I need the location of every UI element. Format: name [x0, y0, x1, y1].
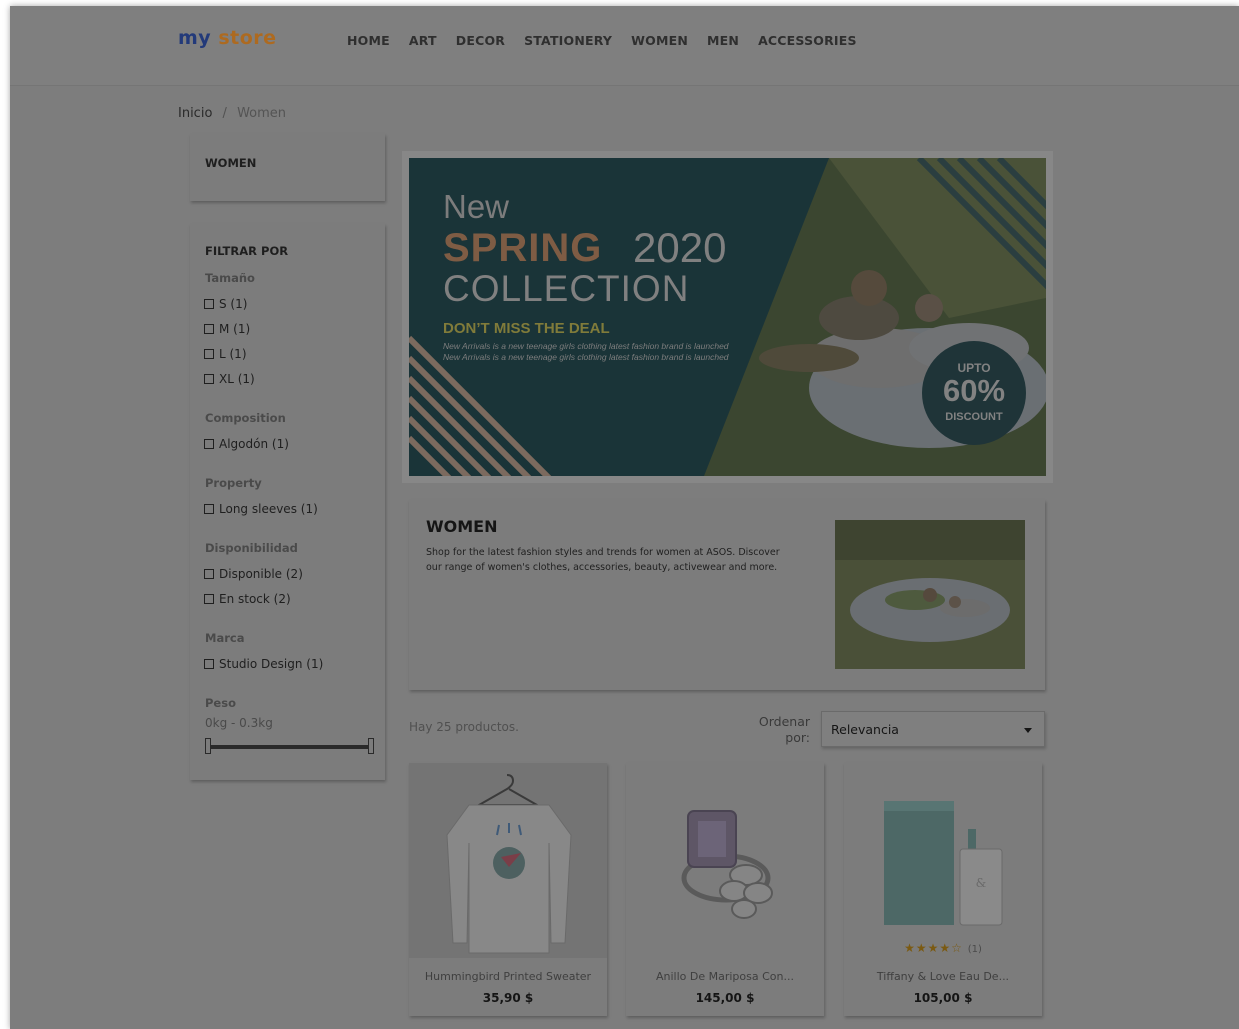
- product-name[interactable]: Anillo De Mariposa Con...: [626, 970, 824, 983]
- banner-body-text: New Arrivals is a new teenage girls clot…: [443, 341, 729, 362]
- nav-stationery[interactable]: STATIONERY: [524, 33, 612, 48]
- nav-men[interactable]: MEN: [707, 33, 739, 48]
- filter-group-weight-title: Peso: [205, 696, 236, 710]
- logo-part-my: my: [178, 27, 212, 49]
- weight-slider-min-handle[interactable]: [205, 738, 211, 754]
- sort-label: Ordenar por:: [758, 714, 810, 745]
- filter-option-label: Disponible (2): [219, 567, 303, 581]
- store-logo[interactable]: my store: [178, 27, 277, 49]
- checkbox[interactable]: [204, 324, 214, 334]
- filter-option-label: Long sleeves (1): [219, 502, 318, 516]
- category-photo: [835, 520, 1025, 669]
- breadcrumb-current: Women: [237, 106, 287, 121]
- filter-option-label: En stock (2): [219, 592, 291, 606]
- filter-option-label: Algodón (1): [219, 437, 289, 451]
- category-description: Shop for the latest fashion styles and t…: [426, 547, 780, 573]
- main-nav: HOME ART DECOR STATIONERY WOMEN MEN ACCE…: [347, 33, 876, 48]
- nav-art[interactable]: ART: [409, 33, 437, 48]
- nav-home[interactable]: HOME: [347, 33, 390, 48]
- filter-option-size-s[interactable]: S (1): [204, 297, 247, 311]
- product-name[interactable]: Tiffany & Love Eau De...: [844, 970, 1042, 983]
- checkbox[interactable]: [204, 504, 214, 514]
- promo-banner[interactable]: New SPRING 2020 COLLECTION DON’T MISS TH…: [402, 151, 1053, 483]
- category-description-panel: WOMEN Shop for the latest fashion styles…: [409, 500, 1045, 690]
- weight-range-text: 0kg - 0.3kg: [205, 716, 273, 730]
- category-image: [835, 520, 1025, 669]
- breadcrumb: Inicio / Women: [178, 106, 286, 121]
- sweater-image: [409, 763, 607, 958]
- ring-image: [626, 763, 824, 958]
- filter-group-size-title: Tamaño: [205, 271, 255, 285]
- category-title: WOMEN: [426, 517, 498, 536]
- star-icons: ★★★★☆: [904, 941, 963, 955]
- page-frame: my store HOME ART DECOR STATIONERY WOMEN…: [10, 6, 1239, 1029]
- filter-group-availability-title: Disponibilidad: [205, 541, 298, 555]
- nav-accessories[interactable]: ACCESSORIES: [758, 33, 857, 48]
- promo-banner-image: New SPRING 2020 COLLECTION DON’T MISS TH…: [409, 158, 1046, 476]
- product-image[interactable]: [626, 763, 824, 958]
- perfume-image: &: [844, 763, 1042, 958]
- product-price: 35,90 $: [482, 991, 534, 1005]
- product-image[interactable]: [409, 763, 607, 958]
- caret-down-icon: [1024, 728, 1032, 733]
- filter-option-disponible[interactable]: Disponible (2): [204, 567, 303, 581]
- badge-percent: 60%: [942, 373, 1006, 408]
- discount-badge: UPTO 60% DISCOUNT: [922, 341, 1026, 445]
- checkbox[interactable]: [204, 374, 214, 384]
- filter-option-algodon[interactable]: Algodón (1): [204, 437, 289, 451]
- product-count: Hay 25 productos.: [409, 720, 519, 734]
- product-price: 145,00 $: [695, 991, 755, 1005]
- filter-group-composition-title: Composition: [205, 411, 286, 425]
- filter-option-label: L (1): [219, 347, 247, 361]
- product-card[interactable]: & ★★★★☆ (1) Tiffany & Love Eau De... 105…: [844, 763, 1042, 1016]
- checkbox[interactable]: [204, 659, 214, 669]
- banner-line-new: New: [443, 188, 510, 225]
- filter-option-size-l[interactable]: L (1): [204, 347, 247, 361]
- filter-panel: FILTRAR POR Tamaño S (1) M (1) L (1) XL …: [190, 224, 385, 780]
- product-name[interactable]: Hummingbird Printed Sweater: [409, 970, 607, 983]
- logo-part-store: store: [218, 27, 277, 49]
- sort-select[interactable]: Relevancia: [821, 711, 1045, 747]
- checkbox[interactable]: [204, 299, 214, 309]
- sidebar-category-panel: WOMEN: [190, 134, 385, 201]
- banner-line-collection: COLLECTION: [443, 268, 690, 309]
- product-rating: ★★★★☆ (1): [844, 941, 1042, 955]
- breadcrumb-home[interactable]: Inicio: [178, 106, 212, 121]
- filter-option-long-sleeves[interactable]: Long sleeves (1): [204, 502, 318, 516]
- product-card[interactable]: Anillo De Mariposa Con... 145,00 $: [626, 763, 824, 1016]
- sidebar-category-title[interactable]: WOMEN: [205, 156, 256, 170]
- banner-line-spring: SPRING: [443, 226, 603, 270]
- filter-option-en-stock[interactable]: En stock (2): [204, 592, 291, 606]
- filter-option-size-m[interactable]: M (1): [204, 322, 250, 336]
- weight-slider-track[interactable]: [208, 745, 372, 749]
- svg-text:&: &: [976, 876, 987, 890]
- checkbox[interactable]: [204, 594, 214, 604]
- nav-women[interactable]: WOMEN: [631, 33, 688, 48]
- badge-discount: DISCOUNT: [945, 411, 1003, 423]
- filter-option-label: M (1): [219, 322, 251, 336]
- review-count: (1): [967, 944, 982, 955]
- filter-option-studio-design[interactable]: Studio Design (1): [204, 657, 323, 671]
- filter-option-label: Studio Design (1): [219, 657, 324, 671]
- checkbox[interactable]: [204, 349, 214, 359]
- sort-selected-value: Relevancia: [831, 722, 899, 737]
- breadcrumb-separator: /: [222, 106, 227, 121]
- checkbox[interactable]: [204, 569, 214, 579]
- site-header: my store HOME ART DECOR STATIONERY WOMEN…: [10, 6, 1239, 86]
- filter-group-property-title: Property: [205, 476, 262, 490]
- product-price: 105,00 $: [913, 991, 973, 1005]
- filter-option-label: XL (1): [219, 372, 255, 386]
- weight-slider-max-handle[interactable]: [368, 738, 374, 754]
- checkbox[interactable]: [204, 439, 214, 449]
- product-image[interactable]: &: [844, 763, 1042, 958]
- filter-option-size-xl[interactable]: XL (1): [204, 372, 255, 386]
- filter-option-label: S (1): [219, 297, 248, 311]
- filter-title: FILTRAR POR: [205, 244, 289, 258]
- product-card[interactable]: Hummingbird Printed Sweater 35,90 $: [409, 763, 607, 1016]
- banner-deal-text: DON’T MISS THE DEAL: [443, 320, 610, 337]
- banner-line-year: 2020: [633, 224, 727, 271]
- nav-decor[interactable]: DECOR: [456, 33, 505, 48]
- filter-group-brand-title: Marca: [205, 631, 245, 645]
